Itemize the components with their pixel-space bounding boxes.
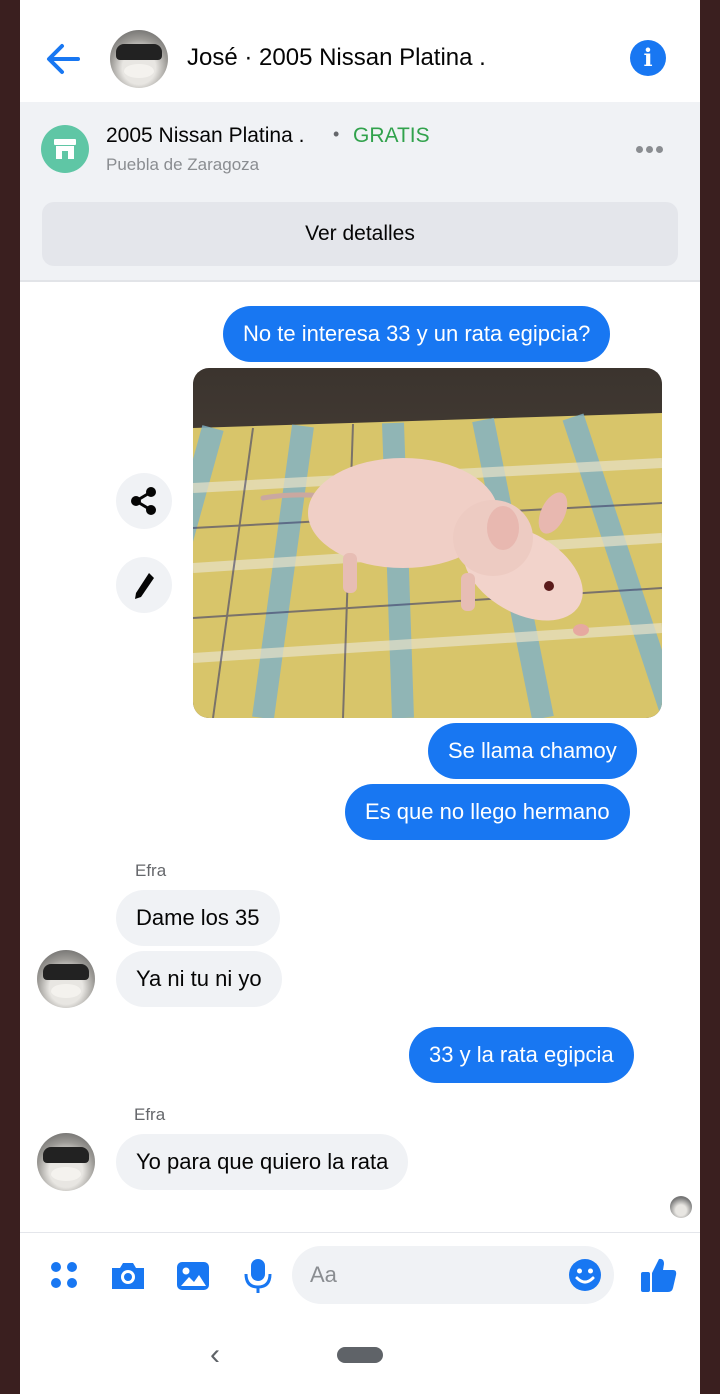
conversation-title[interactable]: José · 2005 Nissan Platina .: [187, 44, 486, 72]
contact-avatar[interactable]: [110, 30, 168, 88]
thumbs-up-icon[interactable]: [638, 1254, 680, 1296]
read-receipt-avatar: [670, 1196, 692, 1218]
view-details-button[interactable]: Ver detalles: [42, 202, 678, 266]
divider: [20, 280, 700, 282]
listing-location: Puebla de Zaragoza: [106, 155, 260, 174]
message-bubble-outgoing[interactable]: 33 y la rata egipcia: [409, 1027, 634, 1083]
listing-separator: •: [333, 124, 340, 144]
info-icon[interactable]: i: [630, 40, 666, 76]
sender-avatar[interactable]: [37, 950, 95, 1008]
emoji-icon[interactable]: [568, 1258, 602, 1292]
apps-icon[interactable]: [45, 1256, 85, 1296]
more-options-icon[interactable]: [636, 140, 670, 154]
share-icon: [131, 487, 156, 515]
messenger-screen: José · 2005 Nissan Platina . i 2005 Niss…: [20, 0, 700, 1394]
microphone-icon[interactable]: [238, 1256, 278, 1296]
system-back-button[interactable]: ‹: [210, 1338, 220, 1372]
marketplace-listing-card: 2005 Nissan Platina . • GRATIS Puebla de…: [20, 102, 700, 282]
message-bubble-incoming[interactable]: Yo para que quiero la rata: [116, 1134, 409, 1190]
sender-name: Efra: [135, 861, 167, 880]
divider: [20, 1232, 700, 1233]
system-home-pill[interactable]: [337, 1347, 383, 1363]
gallery-icon[interactable]: [173, 1256, 213, 1296]
sender-name: Efra: [134, 1105, 166, 1124]
message-bubble-outgoing[interactable]: Es que no llego hermano: [345, 784, 630, 840]
sender-avatar[interactable]: [37, 1133, 95, 1191]
marketplace-shop-icon: [41, 125, 89, 173]
listing-title: 2005 Nissan Platina .: [106, 124, 305, 147]
conversation-header: José · 2005 Nissan Platina . i: [20, 0, 700, 102]
message-photo-rat[interactable]: [193, 368, 662, 718]
message-bubble-incoming[interactable]: Dame los 35: [116, 890, 280, 946]
message-bubble-outgoing[interactable]: No te interesa 33 y un rata egipcia?: [223, 306, 611, 362]
edit-button[interactable]: [116, 557, 172, 613]
message-input[interactable]: Aa: [292, 1246, 614, 1304]
share-button[interactable]: [116, 473, 172, 529]
back-arrow-icon[interactable]: [42, 38, 84, 80]
message-input-placeholder: Aa: [310, 1262, 337, 1287]
pencil-icon: [135, 573, 154, 599]
camera-icon[interactable]: [108, 1256, 148, 1296]
listing-price: GRATIS: [353, 124, 430, 147]
message-bubble-outgoing[interactable]: Se llama chamoy: [428, 723, 637, 779]
message-bubble-incoming[interactable]: Ya ni tu ni yo: [116, 951, 282, 1007]
